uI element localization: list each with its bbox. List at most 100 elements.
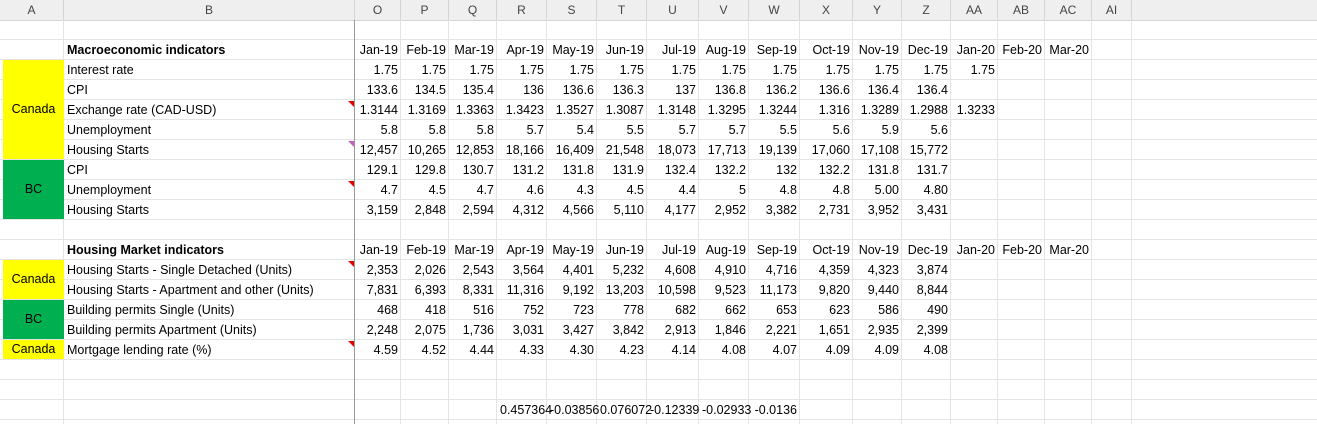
data-cell[interactable]: 1.3087 (597, 100, 647, 120)
column-header-P[interactable]: P (401, 0, 449, 20)
data-cell[interactable]: 9,523 (699, 280, 749, 300)
data-cell[interactable]: 662 (699, 300, 749, 320)
month-header[interactable]: Feb-20 (998, 240, 1045, 260)
data-cell[interactable]: 1.3363 (449, 100, 497, 120)
data-cell[interactable]: 4.23 (597, 340, 647, 360)
data-cell[interactable]: 3,952 (853, 200, 902, 220)
data-cell[interactable] (951, 200, 998, 220)
region-label-cell[interactable]: Canada (3, 60, 64, 159)
data-cell[interactable]: 4,401 (547, 260, 597, 280)
data-cell[interactable]: 3,842 (597, 320, 647, 340)
indicator-label[interactable]: Housing Starts - Single Detached (Units) (64, 260, 355, 280)
data-cell[interactable] (1045, 120, 1092, 140)
month-header[interactable]: Jun-19 (597, 240, 647, 260)
data-cell[interactable]: 132 (749, 160, 800, 180)
data-cell[interactable] (998, 80, 1045, 100)
month-header[interactable]: Oct-19 (800, 40, 853, 60)
data-cell[interactable]: 1,736 (449, 320, 497, 340)
data-cell[interactable]: 8,331 (449, 280, 497, 300)
month-header[interactable]: Mar-20 (1045, 240, 1092, 260)
data-cell[interactable]: 5.5 (597, 120, 647, 140)
data-cell[interactable]: 2,848 (401, 200, 449, 220)
data-cell[interactable]: 18,073 (647, 140, 699, 160)
indicator-label[interactable]: Building permits Apartment (Units) (64, 320, 355, 340)
data-cell[interactable]: 1.75 (853, 60, 902, 80)
data-cell[interactable]: 4,910 (699, 260, 749, 280)
column-header-Z[interactable]: Z (902, 0, 951, 20)
data-cell[interactable] (998, 180, 1045, 200)
data-cell[interactable]: 2,731 (800, 200, 853, 220)
month-header[interactable]: Oct-19 (800, 240, 853, 260)
month-header[interactable]: Jul-19 (647, 40, 699, 60)
data-cell[interactable]: 4.08 (902, 340, 951, 360)
data-cell[interactable]: 21,548 (597, 140, 647, 160)
column-header-AI[interactable]: AI (1092, 0, 1132, 20)
data-cell[interactable]: 2,935 (853, 320, 902, 340)
data-cell[interactable]: 1.3289 (853, 100, 902, 120)
data-cell[interactable]: 4,716 (749, 260, 800, 280)
data-cell[interactable]: 4,359 (800, 260, 853, 280)
data-cell[interactable]: 11,316 (497, 280, 547, 300)
data-cell[interactable]: 5.7 (699, 120, 749, 140)
month-header[interactable]: Jan-20 (951, 240, 998, 260)
data-cell[interactable] (951, 340, 998, 360)
data-cell[interactable]: 5.8 (449, 120, 497, 140)
data-cell[interactable]: 4.07 (749, 340, 800, 360)
data-cell[interactable] (1045, 340, 1092, 360)
data-cell[interactable]: 4.33 (497, 340, 547, 360)
indicator-label[interactable]: Building permits Single (Units) (64, 300, 355, 320)
data-cell[interactable] (951, 140, 998, 160)
column-header-T[interactable]: T (597, 0, 647, 20)
column-header-W[interactable]: W (749, 0, 800, 20)
data-cell[interactable]: 1.75 (449, 60, 497, 80)
data-cell[interactable]: 5.8 (355, 120, 401, 140)
data-cell[interactable]: 468 (355, 300, 401, 320)
month-header[interactable]: Feb-20 (998, 40, 1045, 60)
month-header[interactable]: Apr-19 (497, 40, 547, 60)
data-cell[interactable]: 137 (647, 80, 699, 100)
column-header-Y[interactable]: Y (853, 0, 902, 20)
data-cell[interactable] (1045, 320, 1092, 340)
data-cell[interactable]: 136.6 (800, 80, 853, 100)
data-cell[interactable]: 10,598 (647, 280, 699, 300)
data-cell[interactable] (951, 320, 998, 340)
correlation-cell[interactable]: -0.0136 (749, 400, 800, 420)
data-cell[interactable]: 136.8 (699, 80, 749, 100)
month-header[interactable]: Aug-19 (699, 40, 749, 60)
data-cell[interactable]: 4.59 (355, 340, 401, 360)
data-cell[interactable]: 3,382 (749, 200, 800, 220)
correlation-cell[interactable]: -0.12339 (647, 400, 699, 420)
data-cell[interactable]: 1.75 (800, 60, 853, 80)
data-cell[interactable] (998, 320, 1045, 340)
data-cell[interactable]: 653 (749, 300, 800, 320)
data-cell[interactable]: 17,108 (853, 140, 902, 160)
data-cell[interactable] (998, 120, 1045, 140)
data-cell[interactable]: 131.7 (902, 160, 951, 180)
month-header[interactable]: Nov-19 (853, 240, 902, 260)
column-header-AA[interactable]: AA (951, 0, 998, 20)
data-cell[interactable]: 418 (401, 300, 449, 320)
data-cell[interactable]: 5.9 (853, 120, 902, 140)
data-cell[interactable]: 1.75 (647, 60, 699, 80)
month-header[interactable]: Sep-19 (749, 40, 800, 60)
data-cell[interactable]: 12,853 (449, 140, 497, 160)
region-label-cell[interactable]: Canada (3, 340, 64, 359)
data-cell[interactable]: 9,192 (547, 280, 597, 300)
data-cell[interactable]: 723 (547, 300, 597, 320)
data-cell[interactable]: 7,831 (355, 280, 401, 300)
month-header[interactable]: Nov-19 (853, 40, 902, 60)
month-header[interactable]: Mar-20 (1045, 40, 1092, 60)
data-cell[interactable]: 5.7 (647, 120, 699, 140)
data-cell[interactable]: 4.52 (401, 340, 449, 360)
column-header-AB[interactable]: AB (998, 0, 1045, 20)
data-cell[interactable]: 1.2988 (902, 100, 951, 120)
data-cell[interactable]: 1.316 (800, 100, 853, 120)
indicator-label[interactable]: Housing Starts (64, 140, 355, 160)
data-cell[interactable]: 4.5 (597, 180, 647, 200)
column-header-S[interactable]: S (547, 0, 597, 20)
indicator-label[interactable]: Unemployment (64, 180, 355, 200)
data-cell[interactable]: 131.9 (597, 160, 647, 180)
data-cell[interactable]: 5.00 (853, 180, 902, 200)
data-cell[interactable]: 623 (800, 300, 853, 320)
data-cell[interactable]: 4,312 (497, 200, 547, 220)
